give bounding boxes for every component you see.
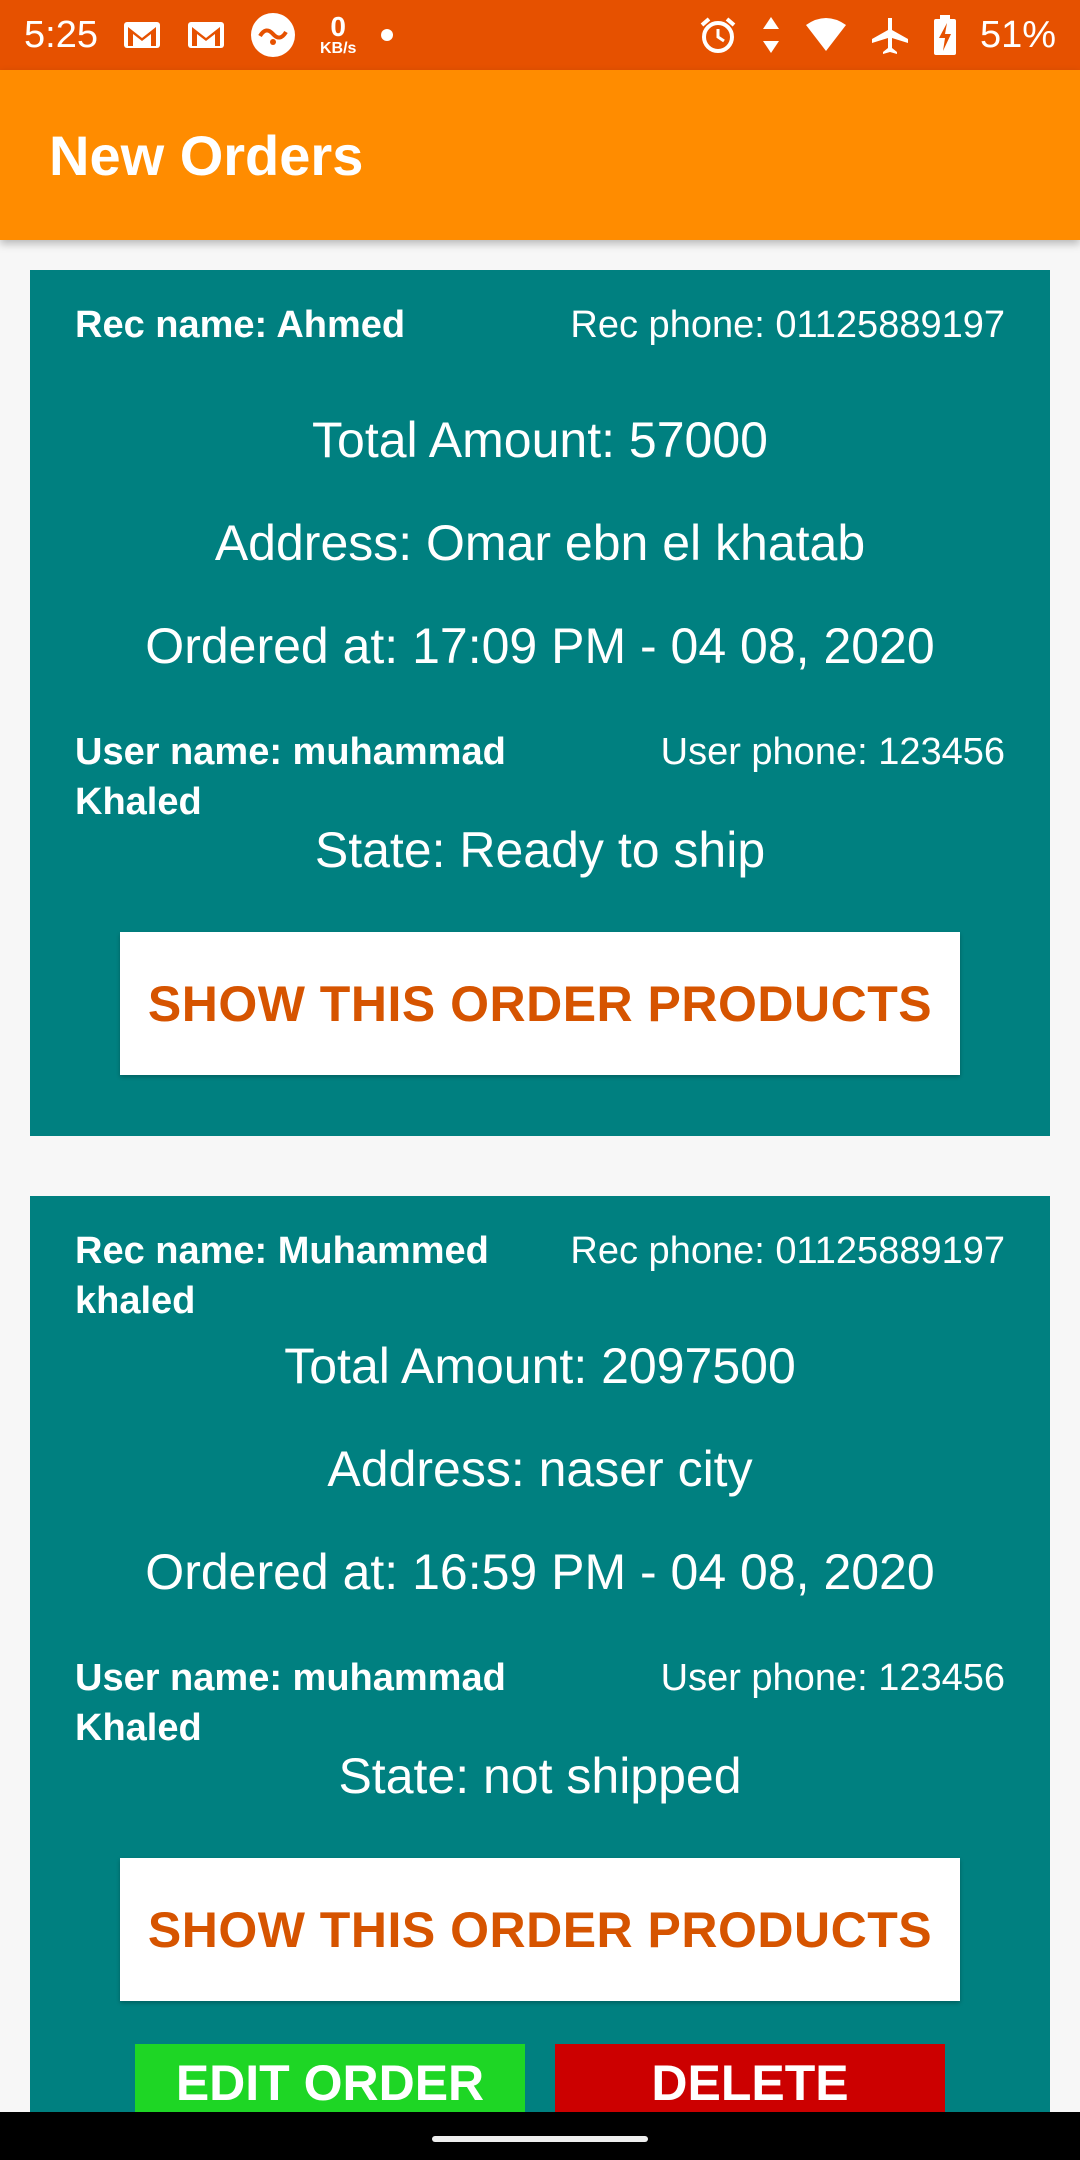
ordered-at: Ordered at: 17:09 PM - 04 08, 2020 — [145, 618, 935, 674]
rec-name: Rec name: Ahmed — [75, 304, 406, 346]
page-title: New Orders — [49, 123, 364, 187]
orders-list[interactable]: Rec name: Ahmed Rec phone: 01125889197 T… — [0, 240, 1080, 2112]
home-gesture-handle[interactable] — [432, 2136, 648, 2142]
order-state: State: not shipped — [338, 1748, 742, 1804]
show-order-products-button[interactable]: SHOW THIS ORDER PRODUCTS — [120, 932, 960, 1075]
address: Address: Omar ebn el khatab — [214, 515, 866, 571]
user-row: User name: muhammad Khaled User phone: 1… — [75, 727, 1005, 827]
data-icon — [760, 15, 782, 55]
battery-percent: 51% — [979, 13, 1056, 56]
alarm-icon — [698, 15, 738, 55]
order-card: Rec name: Ahmed Rec phone: 01125889197 T… — [30, 270, 1050, 1136]
user-name: User name: muhammad Khaled — [75, 1657, 506, 1749]
app-bar: New Orders — [0, 70, 1080, 240]
edit-order-button[interactable]: EDIT ORDER — [135, 2044, 525, 2112]
battery-charging-icon — [932, 14, 958, 56]
total-amount: Total Amount: 57000 — [312, 412, 768, 468]
show-order-products-button[interactable]: SHOW THIS ORDER PRODUCTS — [120, 1858, 960, 2001]
network-speed: 0 KB/s — [319, 11, 357, 57]
delete-order-button[interactable]: DELETE — [555, 2044, 945, 2112]
order-card: Rec name: Muhammed khaled Rec phone: 011… — [30, 1196, 1050, 2112]
rec-phone: Rec phone: 01125889197 — [570, 304, 1005, 346]
gmail-icon — [186, 20, 226, 50]
app-notification-icon — [250, 12, 296, 58]
recipient-row: Rec name: Muhammed khaled Rec phone: 011… — [75, 1226, 1005, 1326]
user-name: User name: muhammad Khaled — [75, 731, 506, 823]
rec-name: Rec name: Muhammed khaled — [75, 1230, 489, 1322]
total-amount: Total Amount: 2097500 — [284, 1338, 796, 1394]
user-phone: User phone: 123456 — [660, 731, 1005, 773]
recipient-row: Rec name: Ahmed Rec phone: 01125889197 — [75, 300, 1005, 350]
address: Address: naser city — [327, 1441, 753, 1497]
user-row: User name: muhammad Khaled User phone: 1… — [75, 1653, 1005, 1753]
wifi-icon — [804, 17, 848, 53]
dot-icon — [380, 28, 394, 42]
status-bar: 5:25 0 KB/s 51% — [0, 0, 1080, 70]
status-time: 5:25 — [24, 13, 98, 56]
rec-phone: Rec phone: 01125889197 — [570, 1230, 1005, 1272]
ordered-at: Ordered at: 16:59 PM - 04 08, 2020 — [145, 1544, 935, 1600]
airplane-icon — [870, 15, 910, 55]
user-phone: User phone: 123456 — [660, 1657, 1005, 1699]
gmail-icon — [122, 20, 162, 50]
order-state: State: Ready to ship — [314, 822, 766, 878]
